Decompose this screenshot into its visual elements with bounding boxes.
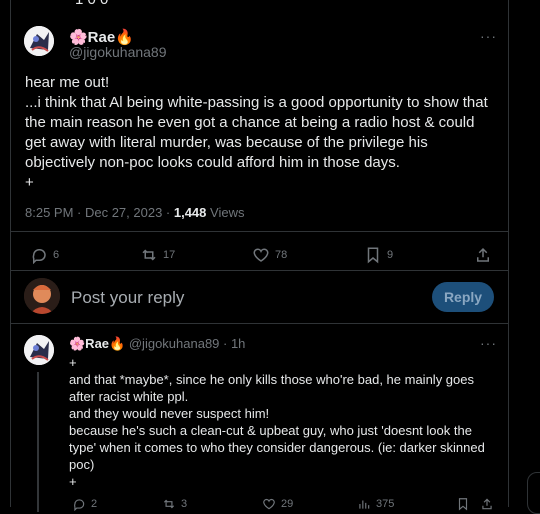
author-avatar[interactable] xyxy=(24,26,54,56)
bookmark-icon xyxy=(367,247,379,264)
more-options-icon[interactable]: ··· xyxy=(480,28,497,44)
reply-repost-action[interactable]: 3 xyxy=(162,497,187,511)
reply-input[interactable]: Post your reply xyxy=(71,288,184,308)
like-count: 78 xyxy=(275,249,288,261)
user-photo-icon xyxy=(24,278,60,314)
reply-header: 🌸Rae🔥 @jigokuhana89 · 1h xyxy=(69,336,245,352)
repost-action[interactable]: 17 xyxy=(140,246,175,264)
reply-reply-action[interactable]: 2 xyxy=(72,497,97,511)
analytics-icon xyxy=(359,500,370,509)
share-icon xyxy=(477,247,489,262)
share-icon xyxy=(482,498,492,510)
repost-count: 17 xyxy=(163,249,176,261)
bookmark-icon xyxy=(458,498,468,511)
reply-views-count: 375 xyxy=(376,498,395,510)
repost-icon xyxy=(163,499,175,509)
author-handle[interactable]: @jigokuhana89 xyxy=(69,44,167,60)
reply-handle-time[interactable]: @jigokuhana89 · 1h xyxy=(129,336,246,351)
reply-action[interactable]: 6 xyxy=(30,246,59,264)
bookmark-count: 9 xyxy=(387,249,394,261)
bookmark-action[interactable]: 9 xyxy=(364,246,393,264)
divider xyxy=(10,270,508,271)
reply-count: 6 xyxy=(53,249,60,261)
reply-like-action[interactable]: 29 xyxy=(262,497,293,511)
thread-connector-line xyxy=(37,372,39,512)
previous-post-stat-cutoff: 1 0 0 xyxy=(75,0,108,8)
current-user-avatar[interactable] xyxy=(24,278,60,314)
reply-views-action[interactable]: 375 xyxy=(357,497,394,511)
repost-icon xyxy=(142,249,156,261)
right-sidebar-widget-edge xyxy=(527,472,540,514)
views-label: Views xyxy=(206,205,245,220)
heart-icon xyxy=(263,498,275,510)
reply-button[interactable]: Reply xyxy=(432,282,494,312)
reply-reply-count: 2 xyxy=(91,498,98,510)
post-timestamp-views: 8:25 PM · Dec 27, 2023 · 1,448 Views xyxy=(25,205,244,220)
reply-author-avatar[interactable] xyxy=(24,335,54,365)
heart-icon xyxy=(253,248,269,262)
post-text: hear me out! ...i think that Al being wh… xyxy=(25,74,488,191)
divider xyxy=(10,323,508,324)
like-action[interactable]: 78 xyxy=(252,246,287,264)
avatar-illustration-icon xyxy=(24,335,54,365)
views-count: 1,448 xyxy=(173,205,207,220)
post-timestamp[interactable]: 8:25 PM · Dec 27, 2023 · xyxy=(25,205,174,220)
reply-more-options-icon[interactable]: ··· xyxy=(480,335,497,351)
comment-icon xyxy=(32,249,46,264)
share-action[interactable] xyxy=(474,246,492,264)
reply-share-action[interactable] xyxy=(480,497,494,511)
reply-bookmark-action[interactable] xyxy=(456,497,470,511)
column-border-left xyxy=(10,0,11,507)
reply-text: + and that *maybe*, since he only kills … xyxy=(69,355,485,489)
comment-icon xyxy=(74,499,85,511)
reply-author-display-name[interactable]: 🌸Rae🔥 xyxy=(69,336,125,351)
avatar-illustration-icon xyxy=(24,26,54,56)
right-sidebar-edge xyxy=(509,0,540,507)
reply-repost-count: 3 xyxy=(181,498,188,510)
divider xyxy=(10,231,508,232)
reply-like-count: 29 xyxy=(281,498,294,510)
